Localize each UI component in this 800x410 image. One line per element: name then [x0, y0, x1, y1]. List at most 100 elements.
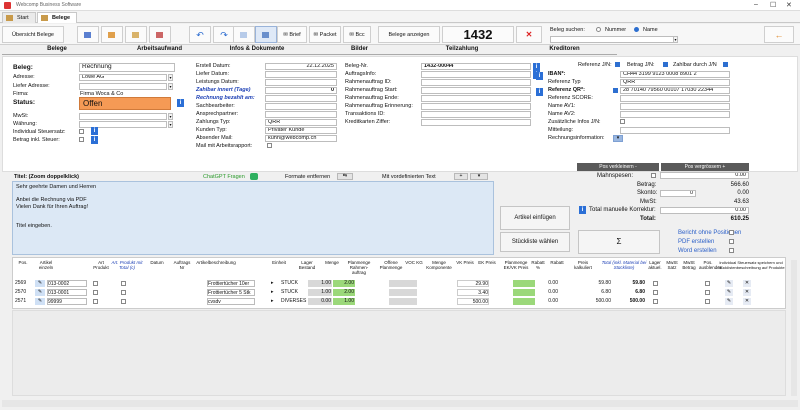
art-produkt-checkbox[interactable]	[93, 290, 98, 295]
table-row[interactable]: 2571 ✎ 99999 cvsdv ▸ DIVERSES 0.00 1.00 …	[13, 298, 785, 306]
tab-teilzahlung[interactable]: Teilzahlung	[412, 46, 512, 55]
rahmen-start-field[interactable]	[421, 87, 531, 94]
ansprechpartner-select[interactable]	[265, 111, 337, 118]
name-av1-field[interactable]	[620, 103, 730, 110]
word-erstellen-link[interactable]: Word erstellen	[678, 248, 717, 254]
ausblenden-checkbox[interactable]	[705, 290, 710, 295]
mahnspesen-checkbox[interactable]	[651, 173, 656, 178]
tab-belege-section[interactable]: Belege	[2, 46, 112, 55]
radio-name[interactable]	[634, 27, 639, 32]
rahmen-ende-field[interactable]	[421, 95, 531, 102]
ausblenden-checkbox[interactable]	[705, 299, 710, 304]
tab-belege[interactable]: Belege	[37, 12, 77, 23]
redo-button[interactable]: ↷	[213, 26, 235, 43]
sachbearbeiter-select[interactable]	[265, 103, 337, 110]
iban-field[interactable]: CH44 3199 9123 0008 8901 2	[620, 71, 730, 78]
rabatt-percent-cell[interactable]: 0.00	[538, 280, 558, 287]
search-input[interactable]	[550, 36, 678, 43]
betrag-jn-checkbox[interactable]	[663, 62, 668, 67]
adresse-select[interactable]: Löwe AG	[79, 74, 167, 81]
vk-preis-cell[interactable]: 29.90	[457, 280, 489, 287]
referenz-score-field[interactable]	[620, 95, 730, 102]
skonto-percent-field[interactable]: 0	[660, 190, 696, 197]
info-icon[interactable]: i	[91, 136, 98, 144]
mahnspesen-value[interactable]: 0.00	[660, 172, 749, 179]
manuelle-korrektur-field[interactable]: 0.00	[660, 207, 749, 214]
chevron-down-icon[interactable]: ▾	[673, 36, 678, 43]
paket-button[interactable]: ✉ Packet	[309, 26, 341, 43]
referenz-qr-checkbox[interactable]	[613, 88, 618, 93]
kreditkarten-field[interactable]	[421, 119, 531, 126]
export-button[interactable]	[233, 26, 255, 43]
new-doc-button[interactable]	[101, 26, 123, 43]
rahmen-erinnerung-field[interactable]	[421, 103, 531, 110]
artikel-cell[interactable]: 99999	[47, 298, 87, 305]
vordefiniert-select-button[interactable]: ▾	[470, 173, 488, 180]
stueckliste-button[interactable]: Stückliste wählen	[500, 232, 570, 252]
chevron-down-icon[interactable]: ▾	[168, 74, 173, 81]
info-icon[interactable]: i	[177, 99, 184, 107]
tab-kreditoren[interactable]: Kreditoren	[512, 46, 617, 55]
erstell-datum-field[interactable]: 22.12.2025	[265, 63, 337, 70]
pos-vergroessern-button[interactable]: Pos vergrössern +	[661, 163, 749, 171]
art-produkt-checkbox[interactable]	[93, 299, 98, 304]
edit-icon[interactable]: ✎	[725, 298, 733, 305]
edit-icon[interactable]: ✎	[35, 289, 45, 296]
pos-verkleinern-button[interactable]: Pos verkleinern -	[577, 163, 659, 171]
delete-row-icon[interactable]: ✕	[743, 298, 751, 305]
maximize-icon[interactable]: ☐	[770, 1, 776, 9]
info-icon[interactable]: i	[536, 72, 543, 80]
beschreibung-cell[interactable]: Frottiertücher 10er	[207, 280, 255, 287]
menge-cell[interactable]: 1.00	[333, 298, 355, 305]
chevron-down-icon[interactable]: ▾	[168, 113, 173, 120]
delete-row-icon[interactable]: ✕	[743, 289, 751, 296]
betrag-inkl-checkbox[interactable]	[79, 137, 84, 142]
art-total-checkbox[interactable]	[121, 299, 126, 304]
individual-steuersatz-checkbox[interactable]	[79, 129, 84, 134]
auftragsinfo-field[interactable]	[421, 71, 531, 78]
vertical-scrollbar[interactable]	[791, 260, 797, 396]
kunden-typ-select[interactable]: Privater Kunde	[265, 127, 337, 134]
formate-entfernen-button[interactable]: ⇆	[337, 173, 353, 180]
copy-button[interactable]	[125, 26, 147, 43]
chatgpt-button[interactable]: ChatGPT Fragen	[203, 174, 245, 180]
lager-checkbox[interactable]	[653, 290, 658, 295]
liefer-datum-field[interactable]	[265, 71, 337, 78]
info-icon[interactable]: i	[536, 88, 543, 96]
edit-icon[interactable]: ✎	[35, 280, 45, 287]
save-button[interactable]	[77, 26, 99, 43]
bcc-button[interactable]: ✉ Bcc	[343, 26, 371, 43]
sum-button[interactable]: Σ	[578, 230, 660, 254]
artikel-cell[interactable]: 013-0001	[47, 289, 87, 296]
pdf-checkbox[interactable]	[729, 239, 734, 244]
tab-start[interactable]: Start	[2, 12, 36, 23]
artikel-cell[interactable]: 013-0002	[47, 280, 87, 287]
back-button[interactable]: ←	[764, 26, 794, 43]
tab-bilder[interactable]: Bilder	[307, 46, 412, 55]
name-av2-field[interactable]	[620, 111, 730, 118]
zahlbar-field[interactable]: 0	[265, 87, 337, 94]
expand-icon[interactable]: ▸	[271, 289, 279, 296]
transaktions-id-field[interactable]	[421, 111, 531, 118]
show-belege-button[interactable]: Belege anzeigen	[378, 26, 440, 43]
referenz-typ-select[interactable]: QRR	[620, 79, 730, 86]
art-total-checkbox[interactable]	[121, 290, 126, 295]
delete-row-icon[interactable]: ✕	[743, 280, 751, 287]
expand-icon[interactable]: ▸	[271, 280, 279, 287]
close-window-icon[interactable]: ✕	[786, 1, 792, 9]
art-produkt-checkbox[interactable]	[93, 281, 98, 286]
chatgpt-icon[interactable]	[250, 173, 258, 180]
text-editor[interactable]: Sehr geehrte Damen und Herren Anbei die …	[12, 181, 494, 255]
table-row[interactable]: 2569 ✎ 013-0002 Frottiertücher 10er ▸ ST…	[13, 280, 785, 288]
ausblenden-checkbox[interactable]	[705, 281, 710, 286]
edit-icon[interactable]: ✎	[725, 289, 733, 296]
tab-infos-dokumente[interactable]: Infos & Dokumente	[207, 46, 307, 55]
info-icon[interactable]: i	[91, 127, 98, 135]
referenz-qr-field[interactable]: 28 70140 79560 00107 17030 22344	[620, 87, 730, 94]
table-row[interactable]: 2570 ✎ 013-0001 Frottiertücher 5 Stk ▸ S…	[13, 289, 785, 297]
leistungs-datum-field[interactable]	[265, 79, 337, 86]
delete-button[interactable]	[149, 26, 171, 43]
zahlbar-durch-checkbox[interactable]	[723, 62, 728, 67]
mitteilung-field[interactable]	[620, 127, 730, 134]
status-badge[interactable]: Offen	[79, 97, 171, 110]
